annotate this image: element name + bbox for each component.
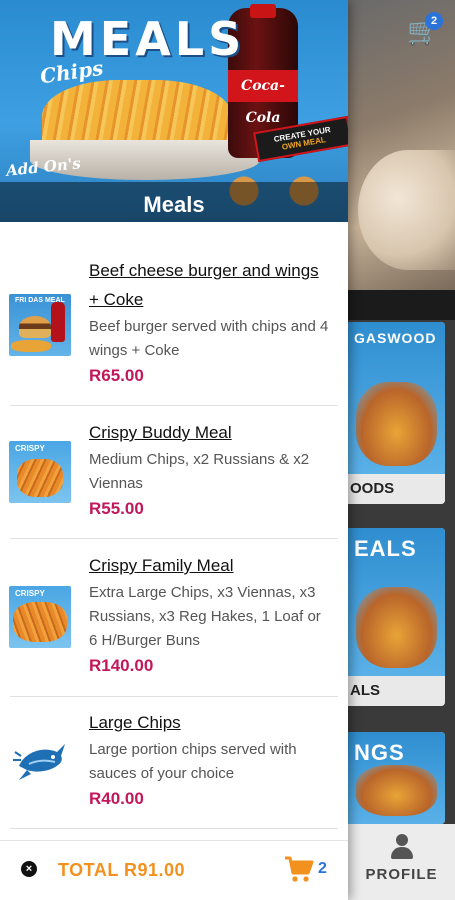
bottle-label: Coca-Cola <box>228 70 298 126</box>
meal-item-name[interactable]: Crispy Family Meal <box>89 551 329 580</box>
background-divider <box>348 290 455 320</box>
shopping-cart-icon <box>285 856 314 882</box>
meal-thumbnail: CRISPY <box>9 441 71 503</box>
drawer-title: Meals <box>143 192 205 217</box>
burger-image <box>356 382 437 466</box>
category-card-image: NGS <box>348 732 445 824</box>
cart-badge: 2 <box>425 12 443 30</box>
list-divider <box>10 538 338 539</box>
thumbnail-text: CRISPY <box>15 444 45 453</box>
close-icon[interactable]: × <box>21 861 37 877</box>
meal-item-description: Beef burger served with chips and 4 wing… <box>89 318 329 359</box>
category-card-label: OODS <box>348 474 445 504</box>
list-divider <box>10 696 338 697</box>
category-card-label: ALS <box>348 676 445 706</box>
cart-button[interactable]: 2 <box>284 853 334 887</box>
category-card-meals[interactable]: EALS ALS <box>348 528 445 706</box>
banner-script-addons: Add On's <box>5 154 82 180</box>
plate-image <box>358 150 455 270</box>
meal-item-large-chips[interactable]: Large Chips Large portion chips served w… <box>0 708 348 828</box>
meal-item-price: R140.00 <box>89 656 154 675</box>
cart-total: TOTAL R91.00 <box>58 860 186 880</box>
wings-image <box>356 765 437 816</box>
meal-item-beef-burger[interactable]: FRI DAS MEAL Beef cheese burger and wing… <box>0 256 348 406</box>
category-card-image: GASWOOD <box>348 322 445 474</box>
meal-item-price: R40.00 <box>89 789 144 808</box>
meal-item-description: Large portion chips served with sauces o… <box>89 741 297 782</box>
cart-footer: × TOTAL R91.00 2 <box>0 840 348 900</box>
meal-item-price: R55.00 <box>89 499 144 518</box>
cart-count: 2 <box>318 860 327 877</box>
fish-logo-icon <box>9 730 71 792</box>
header-cart-button[interactable]: 🛒 2 <box>407 12 443 48</box>
meal-thumbnail: CRISPY <box>9 586 71 648</box>
nav-tab-profile[interactable]: PROFILE <box>348 834 455 894</box>
meal-thumbnail: FRI DAS MEAL <box>9 294 71 356</box>
category-banner: Coca-Cola MEALS Chips CREATE YOUR OWN ME… <box>0 0 348 222</box>
nav-tab-profile-label: PROFILE <box>365 866 438 883</box>
meal-item-description: Medium Chips, x2 Russians & x2 Viennas <box>89 451 310 492</box>
meal-item-price: R65.00 <box>89 366 144 385</box>
category-art-text: GASWOOD <box>354 330 437 346</box>
thumbnail-text: CRISPY <box>15 589 45 598</box>
meals-drawer: Coca-Cola MEALS Chips CREATE YOUR OWN ME… <box>0 0 348 900</box>
meal-item-crispy-buddy[interactable]: CRISPY Crispy Buddy Meal Medium Chips, x… <box>0 418 348 538</box>
fries-image <box>356 586 437 668</box>
category-art-text: EALS <box>354 536 417 561</box>
category-card-image: EALS <box>348 528 445 676</box>
category-art-text: NGS <box>354 740 405 765</box>
meal-item-crispy-family[interactable]: CRISPY Crispy Family Meal Extra Large Ch… <box>0 551 348 696</box>
category-card-foods[interactable]: GASWOOD OODS <box>348 322 445 504</box>
category-card-wings[interactable]: NGS <box>348 732 445 824</box>
meal-list[interactable]: FRI DAS MEAL Beef cheese burger and wing… <box>0 222 348 840</box>
person-icon <box>390 834 413 860</box>
meal-item-name[interactable]: Beef cheese burger and wings + Coke <box>89 256 329 314</box>
list-divider <box>10 828 338 829</box>
meal-item-name[interactable]: Crispy Buddy Meal <box>89 418 329 447</box>
meal-item-description: Extra Large Chips, x3 Viennas, x3 Russia… <box>89 584 321 649</box>
meal-item-name[interactable]: Large Chips <box>89 708 329 737</box>
list-divider <box>10 405 338 406</box>
